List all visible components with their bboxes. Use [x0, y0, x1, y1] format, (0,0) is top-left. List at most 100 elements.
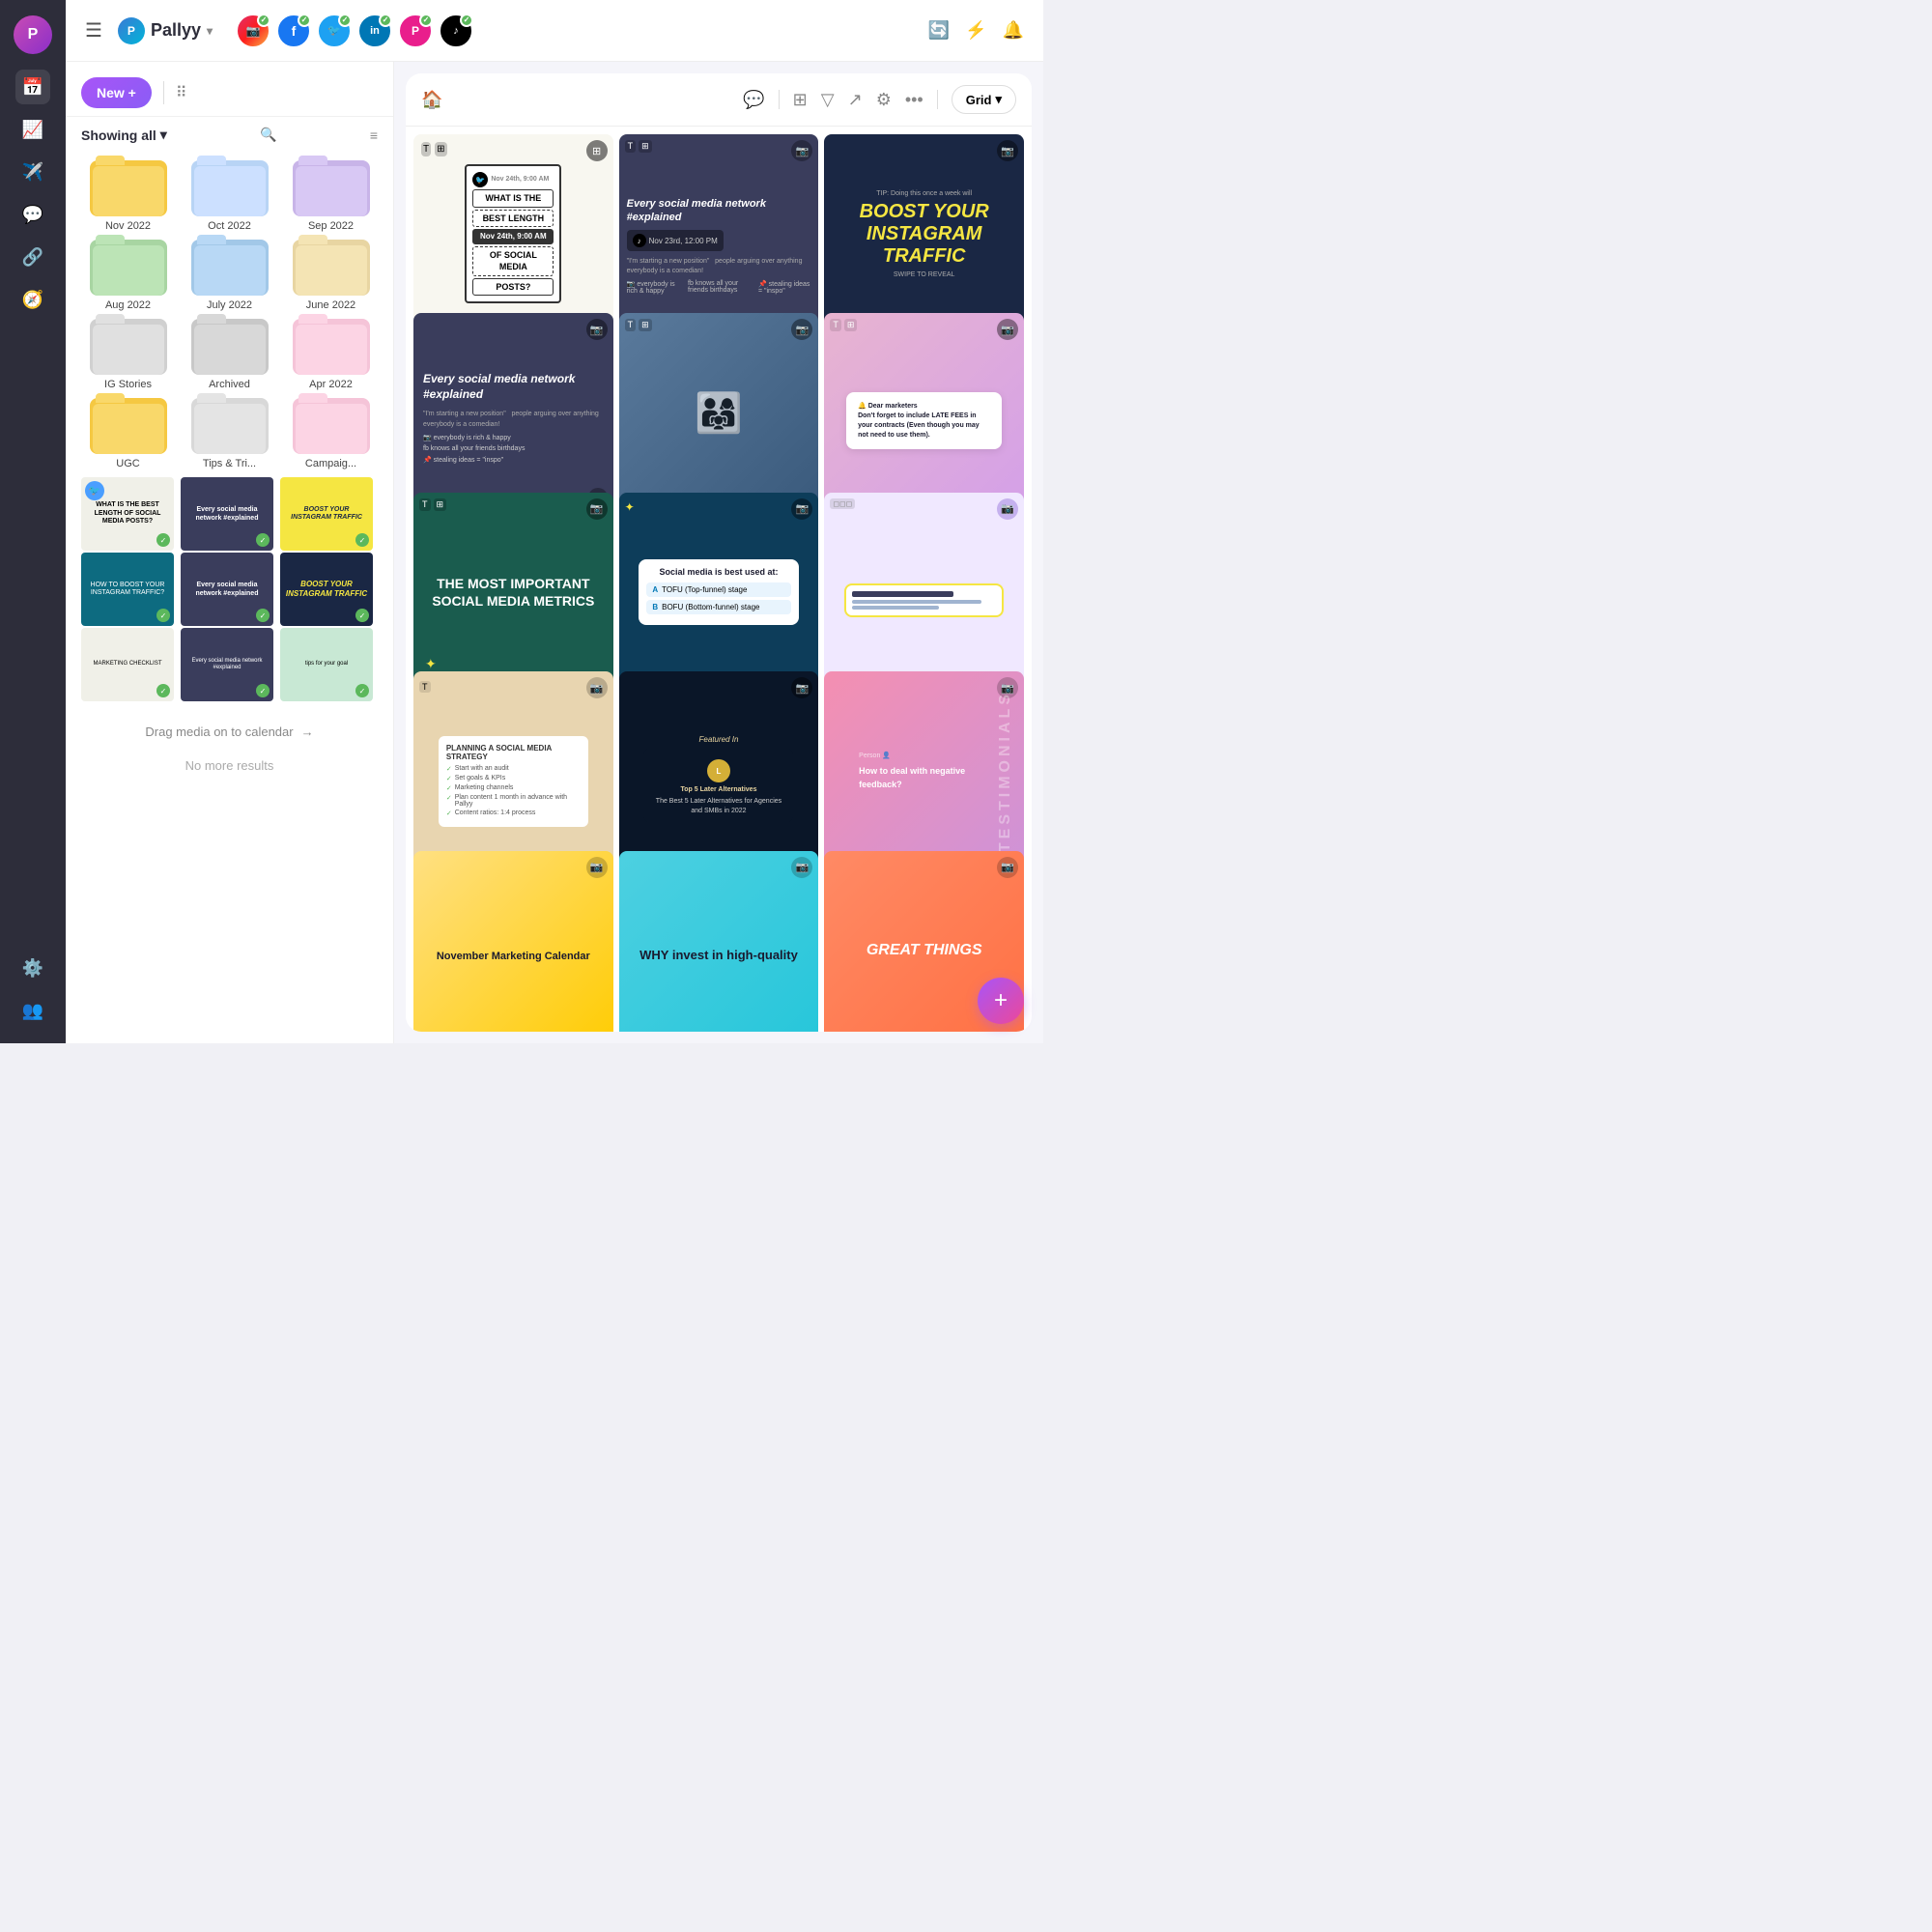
nav-explore[interactable]: 🧭 — [15, 282, 50, 317]
grid-cell-12[interactable]: 📷 Testimonials Person 👤 How to deal with… — [824, 671, 1024, 871]
grid-cell-8[interactable]: 📷 ✦ Social media is best used at: A TOFU… — [619, 493, 819, 693]
grid-cell-3[interactable]: 📷 TIP: Doing this once a week will BOOST… — [824, 134, 1024, 334]
grid-cell-7[interactable]: 📷 T ⊞ THE MOST IMPORTANT SOCIAL MEDIA ME… — [413, 493, 613, 693]
platform-extra[interactable]: P ✓ — [398, 14, 433, 48]
sidebar-toolbar: New + ⠿ — [66, 62, 393, 117]
cell-8-tr-icon: 📷 — [791, 498, 812, 520]
folder-jun-2022[interactable]: June 2022 — [284, 240, 378, 311]
new-button[interactable]: New + — [81, 77, 152, 108]
nav-team[interactable]: 👥 — [15, 993, 50, 1028]
testimonials-label: Testimonials — [997, 691, 1014, 852]
notification-icon[interactable]: 🔔 — [1003, 20, 1024, 41]
cell-2-tr-icon: 📷 — [791, 140, 812, 161]
grid-cell-11[interactable]: 📷 Featured In L Top 5 Later Alternatives… — [619, 671, 819, 871]
media-thumb-3[interactable]: BOOST YOUR INSTAGRAM TRAFFIC ✓ — [280, 477, 373, 551]
nav-calendar[interactable]: 📅 — [15, 70, 50, 104]
folder-jul-icon — [191, 240, 269, 296]
grid-cell-14[interactable]: 📷 WHY invest in high-quality — [619, 851, 819, 1032]
comment-icon[interactable]: 💬 — [743, 90, 764, 110]
folder-campaigns[interactable]: Campaig... — [284, 398, 378, 469]
folder-tips[interactable]: Tips & Tri... — [183, 398, 276, 469]
folder-oct-label: Oct 2022 — [208, 220, 251, 232]
grid-cell-6[interactable]: 📷 T ⊞ 🔔 Dear marketersDon't forget to in… — [824, 313, 1024, 513]
more-icon[interactable]: ••• — [905, 90, 923, 110]
folder-ig-stories-icon — [90, 319, 167, 375]
folder-campaigns-icon — [293, 398, 370, 454]
cell-3-tr-icon: 📷 — [997, 140, 1018, 161]
brand-logo-area[interactable]: P Pallyy ▾ — [118, 17, 213, 44]
cell-13-tr-icon: 📷 — [586, 857, 608, 878]
grid-cell-5[interactable]: 📷 T ⊞ 👨‍👩‍👧 🖼 — [619, 313, 819, 513]
brand-name: Pallyy — [151, 20, 201, 41]
showing-all-filter[interactable]: Showing all ▾ — [81, 127, 167, 143]
share-icon[interactable]: ↗ — [848, 90, 863, 110]
nav-compose[interactable]: ✈️ — [15, 155, 50, 189]
media-thumb-9[interactable]: tips for your goal ✓ — [280, 628, 373, 701]
folder-apr-icon — [293, 319, 370, 375]
grid-cell-2[interactable]: 📷 T ⊞ Every social media network #explai… — [619, 134, 819, 334]
media-thumb-2[interactable]: Every social media network #explained ✓ — [181, 477, 273, 551]
platform-instagram[interactable]: 📷 ✓ — [236, 14, 270, 48]
platform-facebook[interactable]: f ✓ — [276, 14, 311, 48]
media-thumb-5[interactable]: Every social media network #explained ✓ — [181, 553, 273, 626]
nav-avatar[interactable]: P — [14, 15, 52, 54]
hamburger-menu[interactable]: ☰ — [85, 18, 102, 43]
media-thumb-8[interactable]: Every social media network #explained ✓ — [181, 628, 273, 701]
folder-ig-stories[interactable]: IG Stories — [81, 319, 175, 390]
cell-14-tr-icon: 📷 — [791, 857, 812, 878]
fab-button[interactable]: + — [978, 978, 1024, 1024]
cell-9-tr-icon: 📷 — [997, 498, 1018, 520]
nav-messages[interactable]: 💬 — [15, 197, 50, 232]
grid-cell-9[interactable]: 📷 ◻◻◻ ▷ — [824, 493, 1024, 693]
folder-sep-icon — [293, 160, 370, 216]
instagram-check: ✓ — [257, 14, 270, 27]
table-icon[interactable]: ⊞ — [793, 90, 808, 110]
folder-aug-2022[interactable]: Aug 2022 — [81, 240, 175, 311]
refresh-icon[interactable]: 🔄 — [928, 20, 950, 41]
main-area: ☰ P Pallyy ▾ 📷 ✓ f ✓ 🐦 ✓ in ✓ — [66, 0, 1043, 1043]
folder-oct-2022[interactable]: Oct 2022 — [183, 160, 276, 232]
folder-jun-icon — [293, 240, 370, 296]
folder-ugc[interactable]: UGC — [81, 398, 175, 469]
grid-cell-4[interactable]: 📷 Every social media network #explained … — [413, 313, 613, 513]
quiz-card: Social media is best used at: A TOFU (To… — [639, 559, 798, 625]
folder-nov-2022[interactable]: Nov 2022 — [81, 160, 175, 232]
search-icon[interactable]: 🔍 — [260, 127, 276, 143]
grid-cell-10[interactable]: 📷 T PLANNING A SOCIAL MEDIA STRATEGY ✓St… — [413, 671, 613, 871]
grid-panel: 🏠 💬 ⊞ ▽ ↗ ⚙ ••• Grid ▾ — [406, 73, 1032, 1032]
folder-jul-2022[interactable]: July 2022 — [183, 240, 276, 311]
home-icon[interactable]: 🏠 — [421, 90, 442, 110]
platform-tiktok[interactable]: ♪ ✓ — [439, 14, 473, 48]
nav-analytics[interactable]: 📈 — [15, 112, 50, 147]
platform-icons-group: 📷 ✓ f ✓ 🐦 ✓ in ✓ P ✓ ♪ ✓ — [236, 14, 473, 48]
media-thumb-7[interactable]: MARKETING CHECKLIST ✓ — [81, 628, 174, 701]
cell-1-tl-icons: T ⊞ — [421, 142, 447, 156]
brand-chevron-icon: ▾ — [207, 24, 213, 38]
cell-3-tip: TIP: Doing this once a week will — [876, 190, 972, 197]
platform-twitter[interactable]: 🐦 ✓ — [317, 14, 352, 48]
folder-apr-label: Apr 2022 — [309, 379, 353, 390]
flash-icon[interactable]: ⚡ — [965, 20, 986, 41]
nav-settings[interactable]: ⚙️ — [15, 951, 50, 985]
folders-grid: Nov 2022 Oct 2022 Sep 2022 — [66, 153, 393, 477]
filter-icon[interactable]: ▽ — [821, 90, 835, 110]
media-thumb-6[interactable]: BOOST YOUR INSTAGRAM TRAFFIC ✓ — [280, 553, 373, 626]
cell-4-tr-icon: 📷 — [586, 319, 608, 340]
platform-linkedin[interactable]: in ✓ — [357, 14, 392, 48]
folder-ig-stories-label: IG Stories — [104, 379, 152, 390]
media-thumb-4[interactable]: HOW TO BOOST YOUR INSTAGRAM TRAFFIC? ✓ — [81, 553, 174, 626]
nav-links[interactable]: 🔗 — [15, 240, 50, 274]
sidebar-columns-icon[interactable]: ⠿ — [176, 83, 187, 102]
settings-icon[interactable]: ⚙ — [876, 90, 892, 110]
folder-nov-icon — [90, 160, 167, 216]
folder-archived-icon — [191, 319, 269, 375]
grid-view-button[interactable]: Grid ▾ — [952, 85, 1016, 114]
media-thumb-1[interactable]: 🐦 WHAT IS THE BEST LENGTH OF SOCIAL MEDI… — [81, 477, 174, 551]
folder-apr-2022[interactable]: Apr 2022 — [284, 319, 378, 390]
folder-ugc-label: UGC — [116, 458, 139, 469]
grid-cell-1[interactable]: T ⊞ ⊞ 🐦 Nov 24th, 9:00 AM WHAT IS THE — [413, 134, 613, 334]
list-icon[interactable]: ≡ — [370, 128, 378, 143]
folder-sep-2022[interactable]: Sep 2022 — [284, 160, 378, 232]
folder-archived[interactable]: Archived — [183, 319, 276, 390]
grid-cell-13[interactable]: 📷 November Marketing Calendar — [413, 851, 613, 1032]
